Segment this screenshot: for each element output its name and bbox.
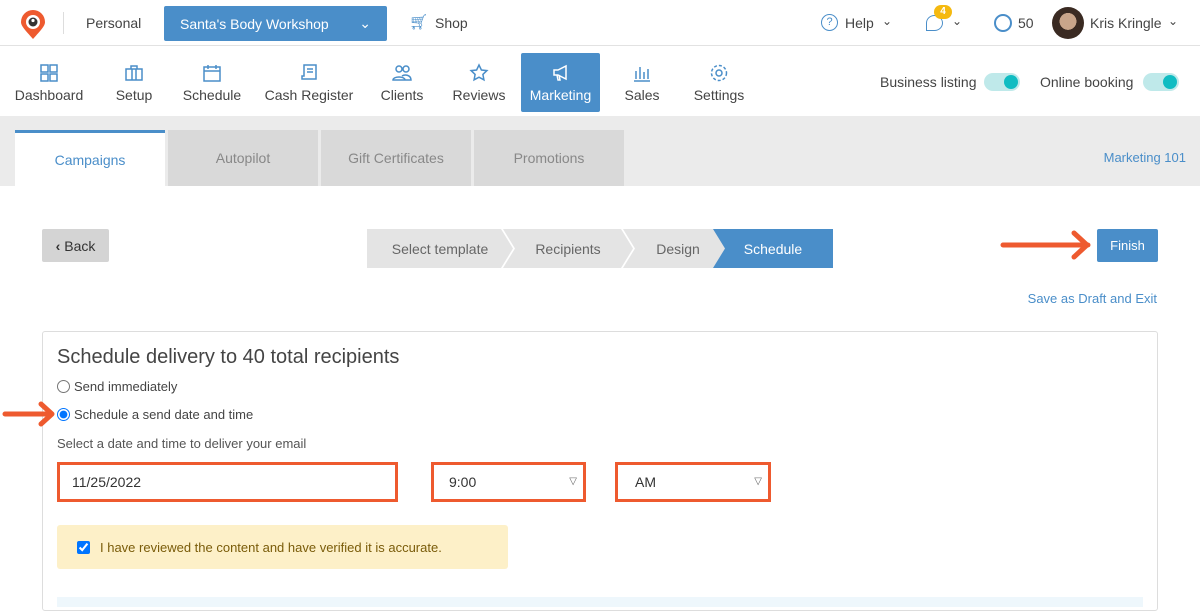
avatar[interactable]: [1052, 7, 1084, 39]
business-listing-toggle[interactable]: [984, 73, 1020, 91]
nav-schedule[interactable]: Schedule: [178, 53, 246, 112]
nav-label: Clients: [380, 86, 424, 103]
nav-dashboard[interactable]: Dashboard: [10, 53, 88, 112]
annotation-arrow-icon: [1000, 230, 1091, 260]
online-booking-label: Online booking: [1040, 74, 1134, 90]
calendar-icon: [203, 64, 221, 82]
nav-clients[interactable]: Clients: [376, 53, 428, 112]
schedule-option[interactable]: Schedule a send date and time: [57, 407, 253, 422]
chevron-down-icon: ▽: [569, 476, 577, 487]
nav-settings[interactable]: Settings: [688, 53, 750, 112]
time-select[interactable]: 9:00 ▽: [431, 462, 586, 502]
nav-sales[interactable]: Sales: [620, 53, 664, 112]
confirm-label: I have reviewed the content and have ver…: [100, 539, 442, 555]
option-label: Schedule a send date and time: [74, 407, 254, 422]
star-icon: [469, 62, 489, 81]
nav-label: Reviews: [452, 86, 506, 103]
step-schedule[interactable]: Schedule: [713, 229, 833, 268]
nav-label: Cash Register: [264, 86, 354, 103]
tabs-band: Campaigns Autopilot Gift Certificates Pr…: [0, 116, 1200, 186]
cart-icon: 🛒︎: [409, 14, 429, 31]
ampm-value: AM: [635, 474, 656, 490]
business-listing-label: Business listing: [880, 74, 977, 90]
save-draft-link[interactable]: Save as Draft and Exit: [1028, 291, 1157, 306]
main-nav: Dashboard Setup Schedule Cash Register C…: [0, 47, 1200, 116]
tab-promotions[interactable]: Promotions: [474, 130, 624, 186]
help-menu[interactable]: Help: [845, 15, 874, 31]
send-immediately-radio[interactable]: [57, 380, 70, 393]
marketing-101-link[interactable]: Marketing 101: [1104, 150, 1186, 165]
panel-title: Schedule delivery to 40 total recipients: [57, 346, 400, 368]
points-icon: [994, 14, 1012, 32]
nav-label: Setup: [115, 86, 153, 103]
help-icon: ?: [821, 14, 838, 31]
nav-label: Schedule: [182, 86, 242, 103]
confirm-checkbox[interactable]: [77, 540, 90, 554]
online-booking-toggle[interactable]: [1143, 73, 1179, 91]
nav-reviews[interactable]: Reviews: [450, 53, 508, 112]
tab-autopilot[interactable]: Autopilot: [168, 130, 318, 186]
chevron-left-icon: ‹: [55, 237, 61, 254]
divider: [63, 12, 64, 34]
step-design[interactable]: Design: [623, 229, 733, 268]
annotation-arrow-icon: [2, 401, 55, 427]
step-recipients[interactable]: Recipients: [503, 229, 633, 268]
users-icon: [392, 64, 412, 81]
date-time-prompt: Select a date and time to deliver your e…: [57, 436, 307, 451]
nav-label: Settings: [693, 86, 745, 103]
bar-chart-icon: [634, 66, 650, 82]
tab-campaigns[interactable]: Campaigns: [15, 130, 165, 186]
business-name: Santa's Body Workshop: [180, 15, 329, 32]
nav-setup[interactable]: Setup: [108, 53, 160, 112]
schedule-radio[interactable]: [57, 408, 70, 421]
briefcase-icon: [125, 64, 143, 81]
time-value: 9:00: [449, 474, 477, 490]
chevron-down-icon: ⌄: [882, 14, 893, 28]
receipt-icon: [301, 63, 317, 80]
logo-icon[interactable]: [20, 10, 46, 40]
top-bar: Personal Santa's Body Workshop ⌄ 🛒︎ Shop …: [0, 0, 1200, 46]
back-button[interactable]: ‹ Back: [42, 229, 109, 262]
shop-link[interactable]: Shop: [435, 15, 468, 31]
back-label: Back: [64, 237, 96, 254]
confirm-notice: I have reviewed the content and have ver…: [57, 525, 508, 569]
gear-icon: [710, 64, 728, 81]
finish-button[interactable]: Finish: [1097, 229, 1158, 262]
ampm-select[interactable]: AM ▽: [615, 462, 771, 502]
grid-icon: [40, 63, 58, 82]
nav-label: Marketing: [529, 86, 592, 103]
notification-badge: 4: [934, 5, 952, 19]
chevron-down-icon: ▽: [754, 476, 762, 487]
points-count: 50: [1018, 15, 1034, 31]
nav-marketing[interactable]: Marketing: [521, 53, 600, 112]
chevron-down-icon: ⌄: [952, 14, 963, 28]
nav-label: Sales: [624, 86, 660, 103]
info-strip: [57, 597, 1143, 607]
date-input[interactable]: 11/25/2022: [57, 462, 398, 502]
nav-label: Dashboard: [14, 86, 84, 103]
chevron-down-icon: ⌄: [359, 15, 371, 31]
account-personal-link[interactable]: Personal: [86, 15, 141, 31]
chevron-down-icon: ⌄: [1168, 14, 1179, 28]
nav-cash-register[interactable]: Cash Register: [262, 53, 356, 112]
tab-gift-certificates[interactable]: Gift Certificates: [321, 130, 471, 186]
step-select-template[interactable]: Select template: [367, 229, 513, 268]
user-menu[interactable]: Kris Kringle: [1090, 15, 1162, 31]
megaphone-icon: [552, 64, 567, 81]
send-immediately-option[interactable]: Send immediately: [57, 379, 177, 394]
business-selector[interactable]: Santa's Body Workshop ⌄: [164, 6, 387, 41]
option-label: Send immediately: [74, 379, 178, 394]
